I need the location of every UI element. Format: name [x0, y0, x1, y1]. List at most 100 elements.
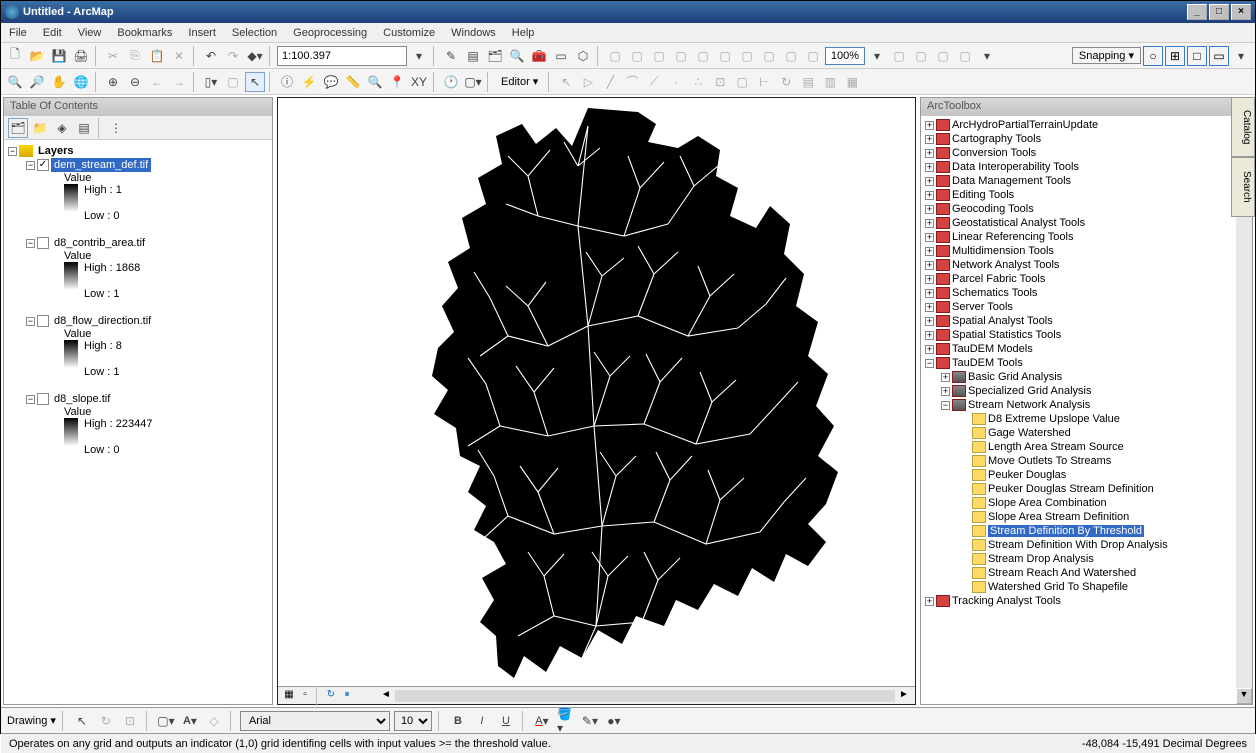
fixed-zoom-in-icon[interactable]: ⊕ — [103, 72, 123, 92]
collapse-icon[interactable]: − — [925, 359, 934, 368]
expand-icon[interactable]: + — [941, 373, 950, 382]
attributes-icon[interactable]: ▤ — [798, 72, 818, 92]
layer-item[interactable]: − ✓ dem_stream_def.tif — [26, 158, 268, 172]
scroll-down-icon[interactable]: ▼ — [1236, 688, 1252, 704]
menu-selection[interactable]: Selection — [232, 27, 277, 39]
italic-icon[interactable]: I — [472, 711, 492, 731]
select-elements-icon[interactable]: ↖ — [245, 72, 265, 92]
tb-6-icon[interactable]: ▢ — [715, 46, 735, 66]
expander-icon[interactable]: − — [26, 161, 35, 170]
font-size-select[interactable]: 10 — [394, 711, 432, 731]
zoom-dropdown-icon[interactable]: ▾ — [867, 46, 887, 66]
menu-file[interactable]: File — [9, 27, 27, 39]
layer-item[interactable]: − d8_contrib_area.tif — [26, 236, 268, 250]
catalog-icon[interactable]: 🗂 — [485, 46, 505, 66]
toolbox-item[interactable]: + ArcHydroPartialTerrainUpdate — [925, 118, 1250, 132]
search-tab[interactable]: Search — [1231, 157, 1255, 217]
layer-item[interactable]: − d8_flow_direction.tif — [26, 314, 268, 328]
tool-item[interactable]: Slope Area Stream Definition — [959, 510, 1250, 524]
split-icon[interactable]: ⊢ — [754, 72, 774, 92]
editor-toolbar-icon[interactable]: ✎ — [441, 46, 461, 66]
find-icon[interactable]: 🔍 — [365, 72, 385, 92]
tb-10-icon[interactable]: ▢ — [803, 46, 823, 66]
arc-segment-icon[interactable]: ⌒ — [622, 72, 642, 92]
list-by-visibility-icon[interactable]: ◈ — [52, 118, 72, 138]
sketch-props-icon[interactable]: ▥ — [820, 72, 840, 92]
list-by-source-icon[interactable]: 📁 — [30, 118, 50, 138]
bold-icon[interactable]: B — [448, 711, 468, 731]
snap-options-icon[interactable]: ▾ — [1231, 46, 1251, 66]
tb-7-icon[interactable]: ▢ — [737, 46, 757, 66]
expand-icon[interactable]: + — [925, 149, 934, 158]
add-data-icon[interactable]: ◆▾ — [245, 46, 265, 66]
pan-icon[interactable]: ✋ — [49, 72, 69, 92]
toolbox-item[interactable]: + Network Analyst Tools — [925, 258, 1250, 272]
toc-options-icon[interactable]: ⋮ — [106, 118, 126, 138]
data-view-icon[interactable]: ▦ — [282, 689, 296, 703]
find-route-icon[interactable]: 📍 — [387, 72, 407, 92]
tb-12-icon[interactable]: ▢ — [911, 46, 931, 66]
edit-vertices-icon[interactable]: ◇ — [204, 711, 224, 731]
zoom-to-icon[interactable]: ⊡ — [120, 711, 140, 731]
back-extent-icon[interactable]: ← — [147, 72, 167, 92]
snap-edge-icon[interactable]: ▭ — [1209, 46, 1229, 66]
layer-checkbox[interactable] — [37, 315, 49, 327]
tool-item[interactable]: Move Outlets To Streams — [959, 454, 1250, 468]
tool-item[interactable]: Peuker Douglas Stream Definition — [959, 482, 1250, 496]
list-by-selection-icon[interactable]: ▤ — [74, 118, 94, 138]
expand-icon[interactable]: + — [925, 177, 934, 186]
snap-point-icon[interactable]: ○ — [1143, 46, 1163, 66]
text-icon[interactable]: A▾ — [180, 711, 200, 731]
clear-selection-icon[interactable]: ▢ — [223, 72, 243, 92]
expand-icon[interactable]: + — [925, 597, 934, 606]
hyperlink-icon[interactable]: ⚡ — [299, 72, 319, 92]
tb-14-icon[interactable]: ▢ — [955, 46, 975, 66]
full-extent-icon[interactable]: 🌐 — [71, 72, 91, 92]
collapse-icon[interactable]: − — [941, 401, 950, 410]
toolbox-item[interactable]: + Geostatistical Analyst Tools — [925, 216, 1250, 230]
tool-item[interactable]: Stream Definition By Threshold — [959, 524, 1250, 538]
toolbox-item[interactable]: + Cartography Tools — [925, 132, 1250, 146]
open-icon[interactable]: 📂 — [27, 46, 47, 66]
toc-icon[interactable]: ▤ — [463, 46, 483, 66]
layer-checkbox[interactable] — [37, 393, 49, 405]
expand-icon[interactable]: + — [925, 219, 934, 228]
tool-item[interactable]: Slope Area Combination — [959, 496, 1250, 510]
toolbox-item[interactable]: + Linear Referencing Tools — [925, 230, 1250, 244]
expander-icon[interactable]: − — [26, 395, 35, 404]
search-icon[interactable]: 🔍 — [507, 46, 527, 66]
menu-help[interactable]: Help — [512, 27, 535, 39]
scale-dropdown-icon[interactable]: ▾ — [409, 46, 429, 66]
fill-color-icon[interactable]: 🪣▾ — [556, 711, 576, 731]
toolbox-item[interactable]: + Conversion Tools — [925, 146, 1250, 160]
tb-1-icon[interactable]: ▢ — [605, 46, 625, 66]
select-features-icon[interactable]: ▯▾ — [201, 72, 221, 92]
tool-item[interactable]: Stream Definition With Drop Analysis — [959, 538, 1250, 552]
expand-icon[interactable]: + — [925, 275, 934, 284]
tool-item[interactable]: Peuker Douglas — [959, 468, 1250, 482]
straight-segment-icon[interactable]: ╱ — [600, 72, 620, 92]
tb-13-icon[interactable]: ▢ — [933, 46, 953, 66]
drawing-menu[interactable]: Drawing ▾ — [7, 714, 56, 727]
rotate-icon[interactable]: ↻ — [776, 72, 796, 92]
underline-icon[interactable]: U — [496, 711, 516, 731]
trace-icon[interactable]: ⟋ — [644, 72, 664, 92]
line-color-icon[interactable]: ✎▾ — [580, 711, 600, 731]
menu-edit[interactable]: Edit — [43, 27, 62, 39]
layer-item[interactable]: − d8_slope.tif — [26, 392, 268, 406]
expand-icon[interactable]: + — [925, 331, 934, 340]
map-view[interactable]: ▦ ▫ ↻ ⏸ ◄ ► — [277, 97, 916, 705]
arctoolbox-icon[interactable]: 🧰 — [529, 46, 549, 66]
tb-5-icon[interactable]: ▢ — [693, 46, 713, 66]
pause-icon[interactable]: ⏸ — [340, 689, 354, 703]
create-viewer-icon[interactable]: ▢▾ — [463, 72, 483, 92]
scale-input[interactable] — [277, 46, 407, 66]
zoom-out-icon[interactable]: 🔎 — [27, 72, 47, 92]
menu-view[interactable]: View — [78, 27, 102, 39]
expand-icon[interactable]: + — [941, 387, 950, 396]
tb-4-icon[interactable]: ▢ — [671, 46, 691, 66]
zoom-in-icon[interactable]: 🔍 — [5, 72, 25, 92]
print-icon[interactable]: 🖨 — [71, 46, 91, 66]
expand-icon[interactable]: + — [925, 247, 934, 256]
catalog-tab[interactable]: Catalog — [1231, 97, 1255, 157]
